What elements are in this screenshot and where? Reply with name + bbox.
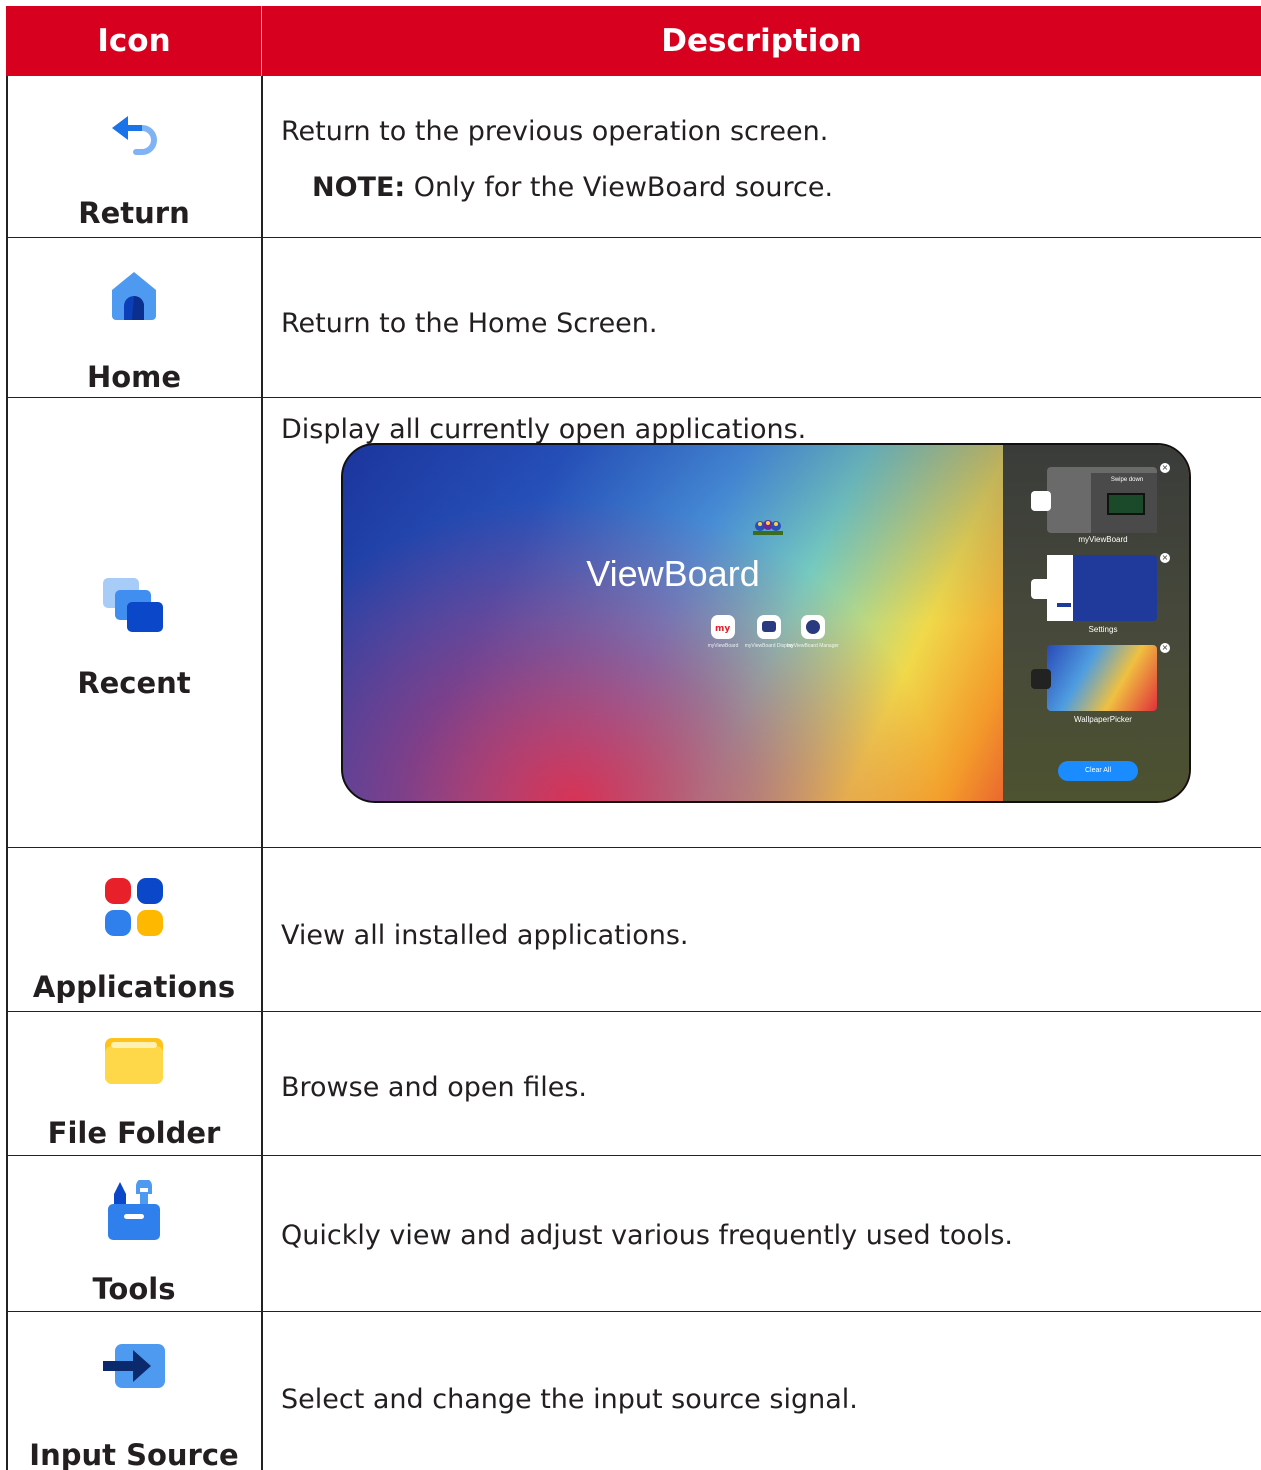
- description-applications: View all installed applications.: [281, 920, 689, 951]
- recent-apps-screenshot: ViewBoard my myViewBoard myViewBoard Dis…: [341, 443, 1191, 803]
- recent-label-wallpaperpicker: WallpaperPicker: [1074, 715, 1132, 724]
- icon-label-input-source: Input Source: [29, 1438, 239, 1470]
- header-icon-column: Icon: [97, 23, 171, 59]
- home-icon: [112, 272, 156, 320]
- clear-all-button[interactable]: Clear All: [1058, 761, 1138, 781]
- viewboard-title: ViewBoard: [586, 553, 760, 594]
- icon-label-file-folder: File Folder: [47, 1116, 221, 1150]
- description-tools: Quickly view and adjust various frequent…: [281, 1220, 1014, 1251]
- recent-stack-icon: [103, 578, 163, 632]
- recent-card-settings[interactable]: [1047, 555, 1157, 621]
- note-label: NOTE:: [312, 172, 406, 203]
- recent-card-wallpaperpicker[interactable]: [1047, 645, 1157, 711]
- table-row-applications: Applications View all installed applicat…: [6, 848, 1261, 1012]
- recent-card-myviewboard[interactable]: Swipe down: [1047, 467, 1157, 533]
- app-icon-myviewboard[interactable]: my: [711, 615, 735, 639]
- note-text: Only for the ViewBoard source.: [405, 172, 834, 203]
- close-icon[interactable]: ×: [1160, 463, 1170, 473]
- table-row-file-folder: File Folder Browse and open files.: [6, 1012, 1261, 1156]
- description-home: Return to the Home Screen.: [281, 308, 658, 339]
- icon-label-home: Home: [86, 360, 182, 394]
- recent-chip-wallpaperpicker: [1031, 669, 1051, 689]
- description-recent: Display all currently open applications.: [281, 414, 807, 445]
- app-icon-myviewboard-display[interactable]: [757, 615, 781, 639]
- icon-label-return: Return: [78, 196, 190, 230]
- description-return: Return to the previous operation screen.: [281, 116, 829, 147]
- icon-label-tools: Tools: [92, 1272, 176, 1306]
- icon-description-table: Icon Description Return Return to the pr…: [6, 6, 1261, 1470]
- input-arrow-icon: [103, 1344, 165, 1388]
- table-row-tools: Tools Quickly view and adjust various fr…: [6, 1156, 1261, 1312]
- recent-chip-myviewboard: [1031, 491, 1051, 511]
- table-header: Icon Description: [6, 6, 1261, 76]
- viewsonic-birds-logo: [753, 520, 783, 535]
- table-row-home: Home Return to the Home Screen.: [6, 238, 1261, 398]
- applications-grid-icon: [105, 878, 163, 936]
- svg-text:my: my: [715, 624, 730, 634]
- return-arrow-icon: [112, 116, 157, 155]
- header-description-column: Description: [661, 23, 862, 59]
- toolbox-icon: [108, 1180, 160, 1240]
- table-row-recent: Recent Display all currently open applic…: [6, 398, 1261, 848]
- app-icon-myviewboard-manager[interactable]: [801, 615, 825, 639]
- close-icon[interactable]: ×: [1160, 643, 1170, 653]
- table-row-return: Return Return to the previous operation …: [6, 76, 1261, 238]
- icon-label-recent: Recent: [77, 666, 191, 700]
- recent-label-myviewboard: myViewBoard: [1078, 535, 1128, 544]
- folder-icon: [105, 1038, 163, 1084]
- table-row-input-source: Input Source Select and change the input…: [6, 1312, 1261, 1470]
- close-icon[interactable]: ×: [1160, 553, 1170, 563]
- app-label-myviewboard-manager: myViewBoard Manager: [787, 643, 839, 649]
- description-input-source: Select and change the input source signa…: [281, 1384, 858, 1415]
- recent-chip-settings: [1031, 579, 1051, 599]
- recent-label-settings: Settings: [1088, 625, 1118, 634]
- swipe-down-text: Swipe down: [1110, 477, 1144, 483]
- note-return: NOTE: Only for the ViewBoard source.: [312, 172, 833, 203]
- icon-label-applications: Applications: [32, 970, 236, 1004]
- description-file-folder: Browse and open files.: [281, 1072, 588, 1103]
